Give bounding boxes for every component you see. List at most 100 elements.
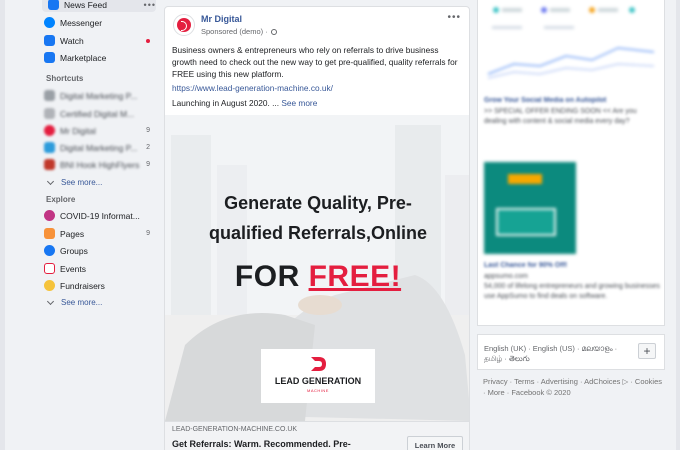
language-list[interactable]: English (UK) · English (US) · മലയാളം · த…	[484, 344, 634, 364]
sidebar-item-label: Messenger	[60, 17, 103, 28]
see-more-link[interactable]: See more	[281, 98, 317, 108]
ad-for-text: FOR	[234, 260, 309, 293]
window-edge-right	[676, 0, 680, 450]
shortcut-avatar-icon	[44, 90, 55, 101]
ad2-domain: appsumo.com	[484, 273, 528, 280]
sidebar-item-events[interactable]: Events	[38, 261, 156, 276]
launch-text: Launching in August 2020. ...	[172, 98, 280, 108]
notification-dot	[146, 38, 150, 43]
globe-icon	[270, 28, 277, 35]
link-title: Get Referrals: Warm. Recommended. Pre-Qu…	[172, 439, 351, 449]
shortcut-item[interactable]: Mr Digital 9	[38, 123, 156, 138]
sidebar-item-groups[interactable]: Groups	[38, 243, 156, 258]
shortcut-count: 9	[146, 161, 150, 168]
sidebar-item-pages[interactable]: Pages 9	[38, 226, 156, 241]
sidebar-item-label: Fundraisers	[60, 280, 105, 291]
marketplace-icon	[44, 52, 55, 63]
discount-tag-icon	[508, 174, 542, 184]
news-feed-icon	[48, 0, 59, 10]
shortcut-label: Mr Digital	[60, 125, 96, 136]
sidebar-item-watch[interactable]: Watch	[38, 33, 156, 48]
post-body: Business owners & entrepreneurs who rely…	[172, 45, 458, 79]
chevron-down-icon	[46, 177, 55, 185]
see-more-label: See more...	[61, 298, 103, 307]
see-more-label: See more...	[61, 178, 103, 187]
window-edge-left	[0, 0, 5, 450]
appsumo-ad-image[interactable]	[484, 162, 576, 254]
post-launch-line: Launching in August 2020. ... See more	[172, 98, 317, 108]
shortcuts-heading: Shortcuts	[46, 74, 84, 83]
flag-icon	[44, 228, 55, 239]
learn-more-button[interactable]: Learn More	[407, 436, 463, 450]
sidebar-item-covid[interactable]: COVID-19 Informat...	[38, 208, 156, 223]
link-domain: LEAD-GENERATION-MACHINE.CO.UK	[172, 426, 298, 433]
shortcut-avatar-icon	[44, 125, 55, 136]
watch-icon	[44, 35, 55, 46]
sidebar-item-news-feed[interactable]: News Feed •••	[42, 0, 156, 12]
shortcut-avatar-icon	[44, 159, 55, 170]
shortcut-item[interactable]: Digital Marketing P... 2	[38, 140, 156, 155]
ad2-body: appsumo.com 54,000 of lifelong entrepren…	[484, 272, 660, 302]
shortcut-item[interactable]: BNI Hook HighFlyers 9	[38, 157, 156, 172]
sidebar-item-marketplace[interactable]: Marketplace	[38, 50, 156, 65]
author-avatar[interactable]	[173, 14, 195, 36]
groups-icon	[44, 245, 55, 256]
shortcut-count: 9	[146, 127, 150, 134]
chevron-down-icon	[46, 297, 55, 305]
ad2-title[interactable]: Last Chance for 90% Off!	[484, 262, 567, 269]
shortcut-label: BNI Hook HighFlyers	[60, 159, 140, 170]
sidebar-item-label: Pages	[60, 228, 85, 239]
sidebar-item-label: Watch	[60, 35, 84, 46]
sidebar-item-fundraisers[interactable]: Fundraisers	[38, 278, 156, 293]
shortcut-item[interactable]: Digital Marketing P...	[38, 88, 156, 103]
right-sponsored-column: Grow Your Social Media on Autopilot >> S…	[477, 0, 665, 326]
shortcut-count: 2	[146, 144, 150, 151]
shortcut-label: Digital Marketing P...	[60, 90, 138, 101]
calendar-icon	[44, 263, 55, 274]
sidebar-item-label: Groups	[60, 245, 88, 256]
shortcut-item[interactable]: Certified Digital M...	[38, 106, 156, 121]
post-link[interactable]: https://www.lead-generation-machine.co.u…	[172, 83, 333, 93]
screen-mockup-icon	[496, 208, 556, 236]
add-language-button[interactable]: +	[638, 343, 656, 359]
ad2-text: 54,000 of lifelong entrepreneurs and gro…	[484, 283, 660, 300]
footer-links[interactable]: Privacy · Terms · Advertising · AdChoice…	[483, 376, 663, 398]
see-more-explore[interactable]: See more...	[46, 297, 103, 307]
post-options-icon[interactable]: •••	[447, 12, 461, 23]
see-more-shortcuts[interactable]: See more...	[46, 177, 103, 187]
covid-info-icon	[44, 210, 55, 221]
ad-chart-image-icon[interactable]	[484, 0, 660, 82]
fundraiser-icon	[44, 280, 55, 291]
ad1-title[interactable]: Grow Your Social Media on Autopilot	[484, 97, 606, 104]
author-name[interactable]: Mr Digital	[201, 14, 277, 24]
logo-text: LEAD GENERATION	[274, 376, 362, 386]
sponsored-text: Sponsored (demo) ·	[201, 27, 268, 36]
more-options-icon[interactable]: •••	[144, 0, 156, 10]
sidebar-item-label: Events	[60, 263, 86, 274]
shortcut-label: Digital Marketing P...	[60, 142, 138, 153]
ad-headline-2: qualified Referrals,Online	[208, 223, 428, 243]
shortcut-label: Certified Digital M...	[60, 108, 135, 119]
sidebar-item-label: News Feed	[64, 0, 107, 10]
link-preview-footer[interactable]: LEAD-GENERATION-MACHINE.CO.UK Get Referr…	[165, 421, 469, 450]
ad-headline-1: Generate Quality, Pre-	[224, 193, 412, 213]
ad1-body: >> SPECIAL OFFER ENDING SOON << Are you …	[484, 108, 637, 125]
ad-free-text: FREE!	[308, 260, 402, 293]
sponsored-label: Sponsored (demo) ·	[201, 27, 277, 36]
ad-headline-3: FOR FREE!	[165, 260, 469, 294]
lead-generation-logo-icon	[311, 357, 326, 371]
post-header: Mr Digital Sponsored (demo) ·	[173, 14, 277, 36]
language-selector: English (UK) · English (US) · മലയാളം · த…	[477, 334, 665, 370]
sidebar-item-label: COVID-19 Informat...	[60, 210, 140, 221]
sponsored-post: Mr Digital Sponsored (demo) · ••• Busine…	[164, 6, 470, 450]
sidebar-item-label: Marketplace	[60, 52, 107, 63]
messenger-icon	[44, 17, 55, 28]
ad-image[interactable]: Generate Quality, Pre- qualified Referra…	[165, 115, 469, 421]
pages-count: 9	[146, 230, 150, 237]
sidebar-item-messenger[interactable]: Messenger	[38, 15, 156, 30]
mr-digital-logo-icon	[177, 18, 191, 32]
shortcut-avatar-icon	[44, 108, 55, 119]
lead-generation-logo: LEAD GENERATION MACHINE	[261, 349, 375, 403]
logo-subtext: MACHINE	[307, 388, 329, 393]
explore-heading: Explore	[46, 195, 76, 204]
